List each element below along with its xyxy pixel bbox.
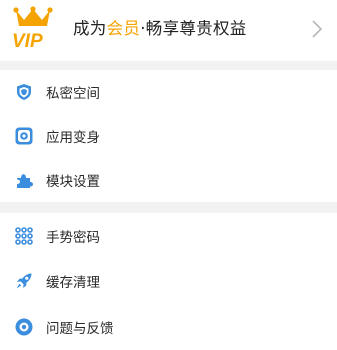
shield-icon — [17, 84, 31, 100]
menu-item-label: 应用变身 — [46, 130, 100, 146]
rocket-icon — [16, 273, 32, 289]
menu-item-label: 手势密码 — [46, 229, 100, 246]
menu-item-label: 私密空间 — [46, 86, 100, 102]
menu-item-app-disguise[interactable]: 应用变身 — [0, 114, 337, 158]
menu-item-feedback[interactable]: 问题与反馈 — [0, 304, 337, 350]
menu-group-privacy: 私密空间 应用变身 模块设置 — [0, 70, 337, 202]
menu-item-private-space[interactable]: 私密空间 — [0, 70, 337, 114]
menu-item-cache-cleanup[interactable]: 缓存清理 — [0, 259, 337, 305]
menu-item-label: 问题与反馈 — [46, 320, 114, 337]
menu-item-module-settings[interactable]: 模块设置 — [0, 158, 337, 202]
vip-title-suffix: ·畅享尊贵权益 — [140, 19, 247, 38]
menu-item-label: 缓存清理 — [46, 275, 100, 292]
vip-crown-icon: VIP — [12, 6, 53, 52]
chevron-right-icon — [312, 20, 323, 38]
menu-item-gesture-password[interactable]: 手势密码 — [0, 213, 337, 259]
vip-title-highlight: 会员 — [106, 19, 141, 38]
vip-title: 成为会员·畅享尊贵权益 — [73, 17, 247, 41]
vip-banner[interactable]: VIP 成为会员·畅享尊贵权益 — [0, 0, 337, 61]
gesture-grid-icon — [15, 226, 33, 245]
vip-title-prefix: 成为 — [73, 19, 107, 38]
menu-item-label: 模块设置 — [46, 174, 100, 190]
puzzle-icon — [17, 174, 33, 188]
menu-group-tools: 手势密码 缓存清理 问题与反馈 — [0, 213, 337, 350]
vip-badge-text: VIP — [12, 31, 43, 52]
feedback-icon — [15, 318, 33, 336]
app-disguise-icon — [15, 127, 33, 145]
